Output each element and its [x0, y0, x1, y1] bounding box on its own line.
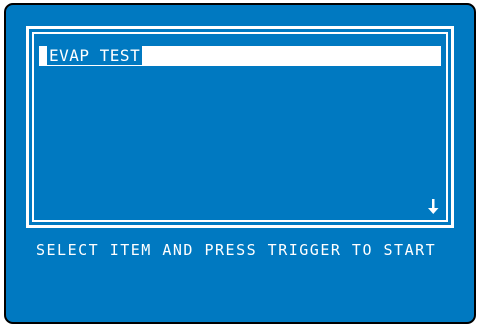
menu-list: EVAP TEST — [32, 32, 448, 222]
scan-tool-screen: EVAP TEST SELECT ITEM AND PRESS TRIGGER … — [4, 3, 476, 324]
instruction-prompt: SELECT ITEM AND PRESS TRIGGER TO START — [36, 241, 437, 259]
down-arrow-icon — [428, 199, 439, 214]
menu-item-label: EVAP TEST — [47, 46, 143, 65]
menu-item-evap-test[interactable]: EVAP TEST — [39, 46, 441, 66]
menu-list-frame: EVAP TEST — [26, 26, 454, 228]
